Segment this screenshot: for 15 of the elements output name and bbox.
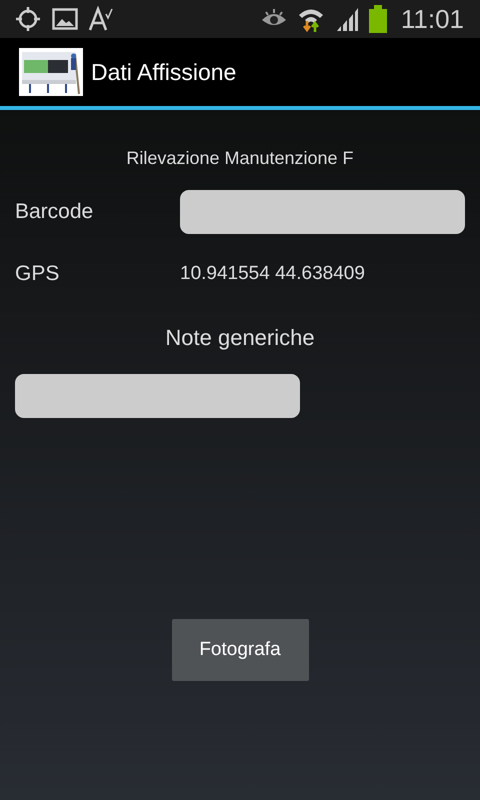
screen-title: Dati Affissione [91, 58, 236, 86]
barcode-field[interactable] [180, 190, 465, 234]
barcode-label: Barcode [15, 200, 94, 224]
notes-field[interactable] [15, 374, 300, 418]
image-icon [52, 7, 78, 31]
crosshair-icon [14, 5, 42, 33]
signal-icon [334, 7, 359, 31]
battery-icon [368, 5, 387, 33]
form-heading: Rilevazione Manutenzione F [125, 148, 355, 169]
spellcheck-icon [88, 6, 114, 32]
gps-coordinates: 10.941554 44.638409 [180, 263, 365, 285]
photo-button[interactable]: Fotografa [172, 619, 308, 681]
clock-time: 11:01 [400, 4, 464, 34]
notes-label: Note generiche [164, 325, 316, 351]
gps-label: GPS [15, 262, 60, 286]
